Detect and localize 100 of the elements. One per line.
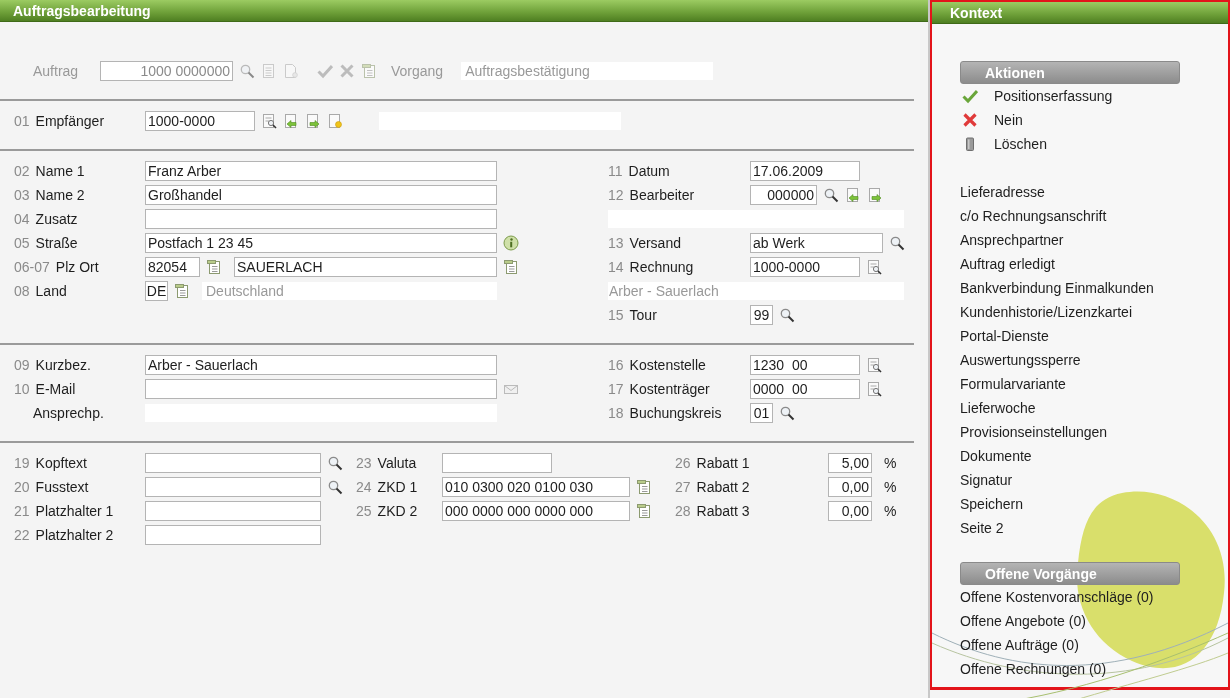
- text-field[interactable]: 000 0000 000 0000 000: [442, 501, 630, 521]
- text-field[interactable]: [145, 209, 497, 229]
- field-label: %: [884, 479, 897, 495]
- search-icon[interactable]: [327, 455, 343, 471]
- list-document-icon[interactable]: [361, 63, 377, 79]
- field-number: 16: [608, 357, 624, 373]
- text-field[interactable]: 0000 00: [750, 379, 860, 399]
- cross-icon[interactable]: [339, 63, 355, 79]
- text-field[interactable]: 1230 00: [750, 355, 860, 375]
- field-number: 22: [14, 527, 30, 543]
- menu-link[interactable]: Lieferadresse: [960, 184, 1045, 200]
- menu-link[interactable]: Ansprechpartner: [960, 232, 1064, 248]
- field-number: 26: [675, 455, 691, 471]
- search-icon[interactable]: [327, 479, 343, 495]
- field-label: Platzhalter 1: [35, 503, 114, 519]
- document-arrow-right-icon[interactable]: [867, 187, 883, 203]
- field-number: 06-07: [14, 259, 50, 275]
- menu-link[interactable]: Dokumente: [960, 448, 1032, 464]
- menu-link[interactable]: Kundenhistorie/Lizenzkartei: [960, 304, 1132, 320]
- text-field[interactable]: [145, 477, 321, 497]
- search-icon[interactable]: [779, 405, 795, 421]
- menu-link[interactable]: Offene Aufträge (0): [960, 637, 1079, 653]
- menu-link[interactable]: Seite 2: [960, 520, 1004, 536]
- menu-link[interactable]: Lieferwoche: [960, 400, 1036, 416]
- text-field[interactable]: SAUERLACH: [234, 257, 497, 277]
- check-icon[interactable]: [317, 63, 333, 79]
- text-field[interactable]: 1000-0000: [750, 257, 860, 277]
- document-arrow-left-icon[interactable]: [845, 187, 861, 203]
- field-label: ZKD 2: [377, 503, 418, 519]
- field-label: ZKD 1: [377, 479, 418, 495]
- text-field[interactable]: 0,00: [828, 477, 872, 497]
- menu-link[interactable]: Auftrag erledigt: [960, 256, 1055, 272]
- menu-link[interactable]: Offene Angebote (0): [960, 613, 1086, 629]
- field-label: Zusatz: [35, 211, 78, 227]
- document-search-icon[interactable]: [866, 259, 882, 275]
- panel-header: Kontext: [932, 2, 1228, 24]
- text-field[interactable]: 99: [750, 305, 773, 325]
- menu-link[interactable]: Positionserfassung: [994, 88, 1113, 104]
- text-field[interactable]: 5,00: [828, 453, 872, 473]
- menu-link[interactable]: Formularvariante: [960, 376, 1066, 392]
- document-lines-icon[interactable]: [261, 63, 277, 79]
- field-number: 01: [14, 113, 30, 129]
- text-field[interactable]: [145, 525, 321, 545]
- text-field[interactable]: 0,00: [828, 501, 872, 521]
- text-field[interactable]: 82054: [145, 257, 200, 277]
- text-field[interactable]: 01: [750, 403, 773, 423]
- text-field[interactable]: 1000-0000: [145, 111, 255, 131]
- menu-link[interactable]: c/o Rechnungsanschrift: [960, 208, 1107, 224]
- document-arrow-right-icon[interactable]: [305, 113, 321, 129]
- field-label: Auftrag: [33, 63, 79, 79]
- menu-link[interactable]: Signatur: [960, 472, 1013, 488]
- menu-link[interactable]: Bankverbindung Einmalkunden: [960, 280, 1154, 296]
- menu-link[interactable]: Nein: [994, 112, 1023, 128]
- field-label: Kostenträger: [629, 381, 710, 397]
- list-document-icon[interactable]: [503, 259, 519, 275]
- search-icon[interactable]: [823, 187, 839, 203]
- field-number: 11: [608, 163, 623, 179]
- field-label: E-Mail: [35, 381, 76, 397]
- document-search-icon[interactable]: [866, 381, 882, 397]
- text-field[interactable]: Postfach 1 23 45: [145, 233, 497, 253]
- field-number: 20: [14, 479, 30, 495]
- text-field[interactable]: DE: [145, 281, 168, 301]
- field-label: Vorgang: [391, 63, 444, 79]
- field-label: Valuta: [377, 455, 417, 471]
- document-icon[interactable]: [283, 63, 299, 79]
- text-field[interactable]: Franz Arber: [145, 161, 497, 181]
- list-document-icon[interactable]: [636, 479, 652, 495]
- section-header: Offene Vorgänge: [960, 562, 1180, 585]
- list-document-icon[interactable]: [206, 259, 222, 275]
- search-icon[interactable]: [889, 235, 905, 251]
- text-field[interactable]: 000000: [750, 185, 817, 205]
- field-number: 05: [14, 235, 30, 251]
- document-search-icon[interactable]: [261, 113, 277, 129]
- text-field[interactable]: ab Werk: [750, 233, 883, 253]
- field-label: Rabatt 3: [696, 503, 750, 519]
- search-icon[interactable]: [779, 307, 795, 323]
- menu-link[interactable]: Speichern: [960, 496, 1024, 512]
- list-document-icon[interactable]: [636, 503, 652, 519]
- list-document-icon[interactable]: [174, 283, 190, 299]
- text-field[interactable]: [442, 453, 552, 473]
- field-number: 18: [608, 405, 624, 421]
- text-field[interactable]: Großhandel: [145, 185, 497, 205]
- field-label: Bearbeiter: [629, 187, 695, 203]
- text-field[interactable]: 17.06.2009: [750, 161, 860, 181]
- info-icon[interactable]: [503, 235, 519, 251]
- menu-link[interactable]: Offene Rechnungen (0): [960, 661, 1107, 677]
- menu-link[interactable]: Portal-Dienste: [960, 328, 1049, 344]
- menu-link[interactable]: Auswertungssperre: [960, 352, 1081, 368]
- text-field[interactable]: Arber - Sauerlach: [145, 355, 497, 375]
- text-field[interactable]: [145, 453, 321, 473]
- text-field[interactable]: 010 0300 020 0100 030: [442, 477, 630, 497]
- field-label: Tour: [629, 307, 657, 323]
- menu-link[interactable]: Provisionseinstellungen: [960, 424, 1108, 440]
- text-field[interactable]: [145, 501, 321, 521]
- document-arrow-left-icon[interactable]: [283, 113, 299, 129]
- menu-link[interactable]: Löschen: [994, 136, 1047, 152]
- field-label: Name 1: [35, 163, 85, 179]
- document-search-icon[interactable]: [866, 357, 882, 373]
- field-number: 02: [14, 163, 30, 179]
- text-field[interactable]: [145, 379, 497, 399]
